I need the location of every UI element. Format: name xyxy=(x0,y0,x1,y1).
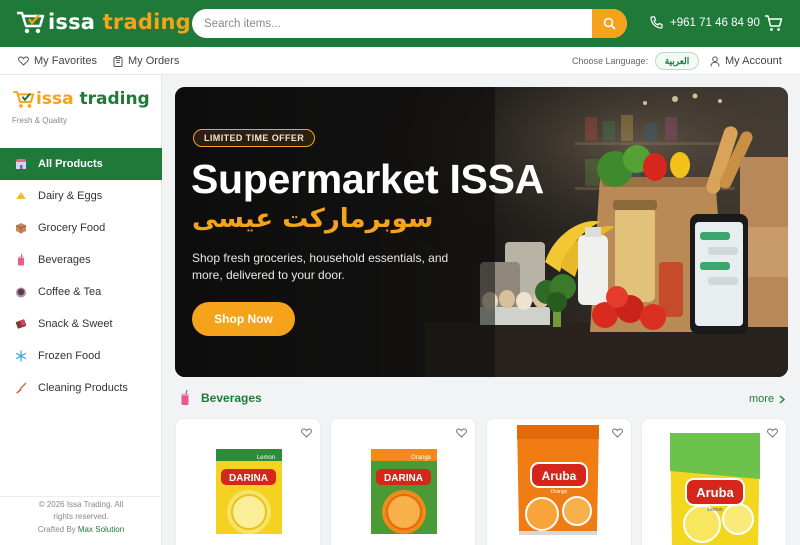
beverages-section-header: Beverages xyxy=(179,390,262,406)
phone-number: +961 71 46 84 90 xyxy=(670,16,760,29)
my-orders-label: My Orders xyxy=(128,55,180,67)
product-flavor-text: Lemon xyxy=(707,507,723,513)
brand-tagline: Fresh & Quality xyxy=(12,116,68,125)
sidebar-item-label: Grocery Food xyxy=(38,222,106,234)
more-label: more xyxy=(749,393,775,405)
sidebar-item-all-products[interactable]: All Products xyxy=(0,148,162,180)
coffee-icon xyxy=(15,286,27,298)
sidebar-item-beverages[interactable]: Beverages xyxy=(0,244,162,276)
credit-link[interactable]: Max Solution xyxy=(78,525,124,534)
sidebar-brand: issa trading xyxy=(36,89,150,109)
sidebar-item-coffee-tea[interactable]: Coffee & Tea xyxy=(0,276,162,308)
my-account-label: My Account xyxy=(725,55,782,67)
sidebar-item-snack-sweet[interactable]: Snack & Sweet xyxy=(0,308,162,340)
product-image-darina-lemon: DARINA Lemon xyxy=(216,449,282,534)
my-favorites-link[interactable]: My Favorites xyxy=(18,47,97,75)
chevron-right-icon xyxy=(779,394,786,404)
sidebar-item-label: All Products xyxy=(38,158,103,170)
header-brand: issa trading xyxy=(48,10,191,34)
language-label: Choose Language: xyxy=(572,56,649,66)
shopping-cart-icon[interactable] xyxy=(764,14,783,32)
credit-prefix: Crafted By xyxy=(37,525,76,534)
product-image-darina-orange: DARINA Orange xyxy=(371,449,437,534)
language-selector[interactable]: العربية xyxy=(655,52,699,70)
product-brand-text: DARINA xyxy=(229,473,268,484)
heart-icon[interactable] xyxy=(456,428,467,438)
section-title: Beverages xyxy=(201,391,262,405)
my-orders-link[interactable]: My Orders xyxy=(113,47,179,75)
category-nav: All Products Dairy & Eggs Grocery Food B… xyxy=(0,148,162,404)
clipboard-icon xyxy=(113,55,123,67)
hero-arabic-title: سوبرماركت عيسى xyxy=(192,204,434,234)
drink-icon xyxy=(15,254,27,266)
broom-icon xyxy=(15,382,27,394)
logo-cart-icon xyxy=(17,11,45,34)
product-card[interactable]: Aruba Lemon xyxy=(641,418,787,545)
user-icon xyxy=(710,55,720,67)
search-icon xyxy=(603,17,616,30)
snowflake-icon xyxy=(15,350,27,362)
store-icon xyxy=(15,158,27,170)
phone-icon xyxy=(650,16,663,29)
logo-cart-icon xyxy=(13,91,35,108)
hero-title: Supermarket ISSA xyxy=(191,156,544,202)
my-favorites-label: My Favorites xyxy=(34,55,97,67)
product-card[interactable]: DARINA Orange xyxy=(330,418,476,545)
search-button[interactable] xyxy=(592,9,627,38)
top-bar: issa trading +961 71 46 84 90 xyxy=(0,0,800,47)
product-image-aruba-lemon: Aruba Lemon xyxy=(670,433,760,545)
copyright-text: © 2026 Issa Trading. All rights reserved… xyxy=(38,500,124,521)
sidebar-item-label: Frozen Food xyxy=(38,350,101,362)
hero-description: Shop fresh groceries, household essentia… xyxy=(192,251,449,282)
drink-icon xyxy=(181,390,189,405)
product-image-aruba-orange: Aruba Orange xyxy=(517,425,599,535)
sidebar-item-grocery-food[interactable]: Grocery Food xyxy=(0,212,162,244)
my-account-link[interactable]: My Account xyxy=(710,47,782,75)
category-sidebar: issa trading Fresh & Quality All Product… xyxy=(0,75,162,545)
heart-icon[interactable] xyxy=(612,428,623,438)
product-flavor-text: Orange xyxy=(551,489,568,495)
search-bar xyxy=(192,9,627,38)
limited-offer-badge: LIMITED TIME OFFER xyxy=(193,129,316,147)
header-logo[interactable]: issa trading xyxy=(16,9,191,35)
credit-line: Crafted By Max Solution xyxy=(0,524,162,536)
sidebar-item-frozen-food[interactable]: Frozen Food xyxy=(0,340,162,372)
sidebar-item-label: Snack & Sweet xyxy=(38,318,113,330)
chocolate-icon xyxy=(15,318,27,330)
phone-contact[interactable]: +961 71 46 84 90 xyxy=(650,16,760,29)
sidebar-item-cleaning-products[interactable]: Cleaning Products xyxy=(0,372,162,404)
product-card[interactable]: DARINA Lemon xyxy=(175,418,321,545)
sidebar-footer: © 2026 Issa Trading. All rights reserved… xyxy=(0,496,162,536)
sidebar-item-label: Cleaning Products xyxy=(38,382,128,394)
heart-icon[interactable] xyxy=(301,428,312,438)
heart-icon[interactable] xyxy=(767,428,778,438)
shop-now-button[interactable]: Shop Now xyxy=(192,302,295,336)
hero-banner: LIMITED TIME OFFER Supermarket ISSA سوبر… xyxy=(175,87,788,377)
heart-icon xyxy=(18,56,29,66)
box-icon xyxy=(15,222,27,234)
secondary-bar: My Favorites My Orders Choose Language: … xyxy=(0,47,800,75)
sidebar-item-dairy-eggs[interactable]: Dairy & Eggs xyxy=(0,180,162,212)
sidebar-item-label: Beverages xyxy=(38,254,91,266)
product-brand-text: Aruba xyxy=(542,469,577,483)
product-flavor-text: Lemon xyxy=(257,455,275,461)
more-link[interactable]: more xyxy=(749,393,786,405)
product-flavor-text: Orange xyxy=(411,455,432,461)
sidebar-item-label: Coffee & Tea xyxy=(38,286,102,298)
product-brand-text: Aruba xyxy=(696,485,734,500)
search-input[interactable] xyxy=(192,9,592,38)
cheese-icon xyxy=(15,190,27,202)
sidebar-logo[interactable]: issa trading xyxy=(12,89,150,109)
product-card[interactable]: Aruba Orange xyxy=(486,418,632,545)
product-brand-text: DARINA xyxy=(384,473,423,484)
sidebar-item-label: Dairy & Eggs xyxy=(38,190,103,202)
